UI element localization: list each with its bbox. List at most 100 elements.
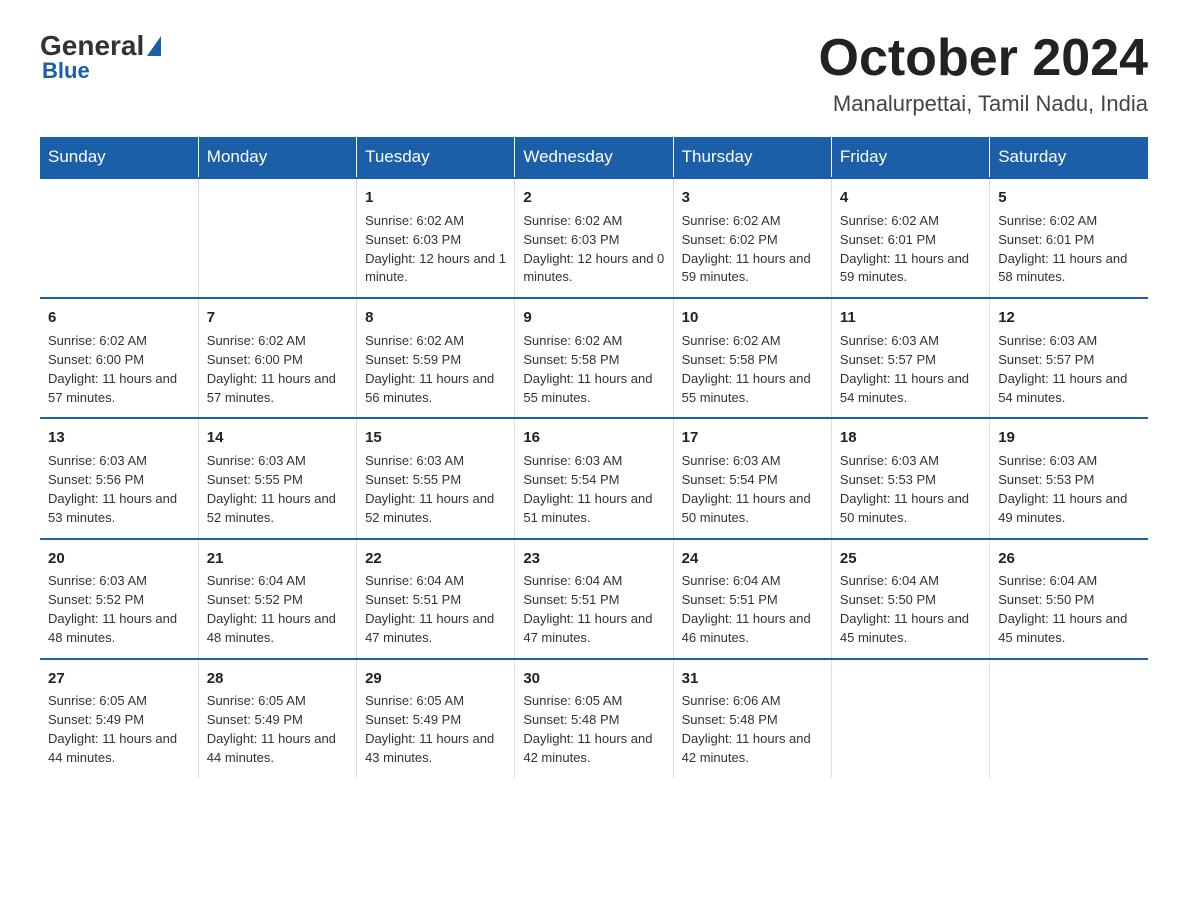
day-info: Sunrise: 6:05 AMSunset: 5:48 PMDaylight:… bbox=[523, 692, 664, 767]
calendar-week-row: 20Sunrise: 6:03 AMSunset: 5:52 PMDayligh… bbox=[40, 539, 1148, 659]
day-number: 30 bbox=[523, 668, 664, 690]
day-number: 27 bbox=[48, 668, 190, 690]
day-number: 2 bbox=[523, 187, 664, 209]
calendar-header-tuesday: Tuesday bbox=[357, 137, 515, 178]
calendar-cell: 11 Sunrise: 6:03 AMSunset: 5:57 PMDayligh… bbox=[831, 298, 989, 418]
calendar-cell: 4 Sunrise: 6:02 AMSunset: 6:01 PMDaylight… bbox=[831, 178, 989, 298]
title-area: October 2024 Manalurpettai, Tamil Nadu, … bbox=[819, 30, 1149, 117]
day-number: 6 bbox=[48, 307, 190, 329]
calendar-cell: 15Sunrise: 6:03 AMSunset: 5:55 PMDayligh… bbox=[357, 418, 515, 538]
day-number: 9 bbox=[523, 307, 664, 329]
calendar-cell: 6 Sunrise: 6:02 AMSunset: 6:00 PMDaylight… bbox=[40, 298, 198, 418]
day-info: Sunrise: 6:02 AMSunset: 5:58 PMDaylight:… bbox=[523, 332, 664, 407]
day-info: Sunrise: 6:04 AMSunset: 5:51 PMDaylight:… bbox=[523, 572, 664, 647]
calendar-cell: 5 Sunrise: 6:02 AMSunset: 6:01 PMDaylight… bbox=[990, 178, 1148, 298]
calendar-cell bbox=[831, 659, 989, 778]
calendar-cell: 22Sunrise: 6:04 AMSunset: 5:51 PMDayligh… bbox=[357, 539, 515, 659]
day-info: Sunrise: 6:04 AMSunset: 5:52 PMDaylight:… bbox=[207, 572, 348, 647]
day-info: Sunrise: 6:02 AMSunset: 6:03 PMDaylight:… bbox=[365, 212, 506, 287]
calendar-cell: 9 Sunrise: 6:02 AMSunset: 5:58 PMDaylight… bbox=[515, 298, 673, 418]
day-info: Sunrise: 6:02 AMSunset: 6:02 PMDaylight:… bbox=[682, 212, 823, 287]
day-number: 28 bbox=[207, 668, 348, 690]
day-info: Sunrise: 6:03 AMSunset: 5:56 PMDaylight:… bbox=[48, 452, 190, 527]
day-number: 5 bbox=[998, 187, 1140, 209]
location-title: Manalurpettai, Tamil Nadu, India bbox=[819, 91, 1149, 117]
day-number: 19 bbox=[998, 427, 1140, 449]
logo-triangle-icon bbox=[147, 36, 161, 56]
calendar-cell: 16Sunrise: 6:03 AMSunset: 5:54 PMDayligh… bbox=[515, 418, 673, 538]
day-number: 14 bbox=[207, 427, 348, 449]
day-number: 11 bbox=[840, 307, 981, 329]
calendar-cell bbox=[990, 659, 1148, 778]
day-info: Sunrise: 6:02 AMSunset: 6:03 PMDaylight:… bbox=[523, 212, 664, 287]
calendar-header-sunday: Sunday bbox=[40, 137, 198, 178]
day-number: 23 bbox=[523, 548, 664, 570]
day-number: 13 bbox=[48, 427, 190, 449]
day-info: Sunrise: 6:03 AMSunset: 5:52 PMDaylight:… bbox=[48, 572, 190, 647]
calendar-week-row: 6 Sunrise: 6:02 AMSunset: 6:00 PMDaylight… bbox=[40, 298, 1148, 418]
day-info: Sunrise: 6:03 AMSunset: 5:54 PMDaylight:… bbox=[682, 452, 823, 527]
day-number: 17 bbox=[682, 427, 823, 449]
calendar-cell: 14Sunrise: 6:03 AMSunset: 5:55 PMDayligh… bbox=[198, 418, 356, 538]
day-info: Sunrise: 6:04 AMSunset: 5:50 PMDaylight:… bbox=[998, 572, 1140, 647]
calendar-cell: 31Sunrise: 6:06 AMSunset: 5:48 PMDayligh… bbox=[673, 659, 831, 778]
calendar-cell: 27Sunrise: 6:05 AMSunset: 5:49 PMDayligh… bbox=[40, 659, 198, 778]
day-info: Sunrise: 6:02 AMSunset: 6:00 PMDaylight:… bbox=[48, 332, 190, 407]
day-info: Sunrise: 6:06 AMSunset: 5:48 PMDaylight:… bbox=[682, 692, 823, 767]
day-number: 22 bbox=[365, 548, 506, 570]
day-number: 20 bbox=[48, 548, 190, 570]
day-info: Sunrise: 6:03 AMSunset: 5:53 PMDaylight:… bbox=[840, 452, 981, 527]
day-info: Sunrise: 6:05 AMSunset: 5:49 PMDaylight:… bbox=[365, 692, 506, 767]
day-number: 10 bbox=[682, 307, 823, 329]
calendar-cell: 10Sunrise: 6:02 AMSunset: 5:58 PMDayligh… bbox=[673, 298, 831, 418]
calendar-cell: 8 Sunrise: 6:02 AMSunset: 5:59 PMDaylight… bbox=[357, 298, 515, 418]
day-number: 3 bbox=[682, 187, 823, 209]
calendar-header-saturday: Saturday bbox=[990, 137, 1148, 178]
day-number: 31 bbox=[682, 668, 823, 690]
day-info: Sunrise: 6:02 AMSunset: 6:00 PMDaylight:… bbox=[207, 332, 348, 407]
calendar-cell: 23Sunrise: 6:04 AMSunset: 5:51 PMDayligh… bbox=[515, 539, 673, 659]
day-number: 29 bbox=[365, 668, 506, 690]
day-info: Sunrise: 6:05 AMSunset: 5:49 PMDaylight:… bbox=[207, 692, 348, 767]
day-info: Sunrise: 6:02 AMSunset: 6:01 PMDaylight:… bbox=[840, 212, 981, 287]
calendar-cell: 24Sunrise: 6:04 AMSunset: 5:51 PMDayligh… bbox=[673, 539, 831, 659]
day-info: Sunrise: 6:02 AMSunset: 5:59 PMDaylight:… bbox=[365, 332, 506, 407]
calendar-cell: 21Sunrise: 6:04 AMSunset: 5:52 PMDayligh… bbox=[198, 539, 356, 659]
logo: General Blue bbox=[40, 30, 163, 84]
calendar-cell: 12Sunrise: 6:03 AMSunset: 5:57 PMDayligh… bbox=[990, 298, 1148, 418]
calendar: SundayMondayTuesdayWednesdayThursdayFrid… bbox=[40, 137, 1148, 778]
logo-subtitle: Blue bbox=[42, 58, 90, 84]
day-info: Sunrise: 6:04 AMSunset: 5:50 PMDaylight:… bbox=[840, 572, 981, 647]
calendar-header-wednesday: Wednesday bbox=[515, 137, 673, 178]
calendar-week-row: 27Sunrise: 6:05 AMSunset: 5:49 PMDayligh… bbox=[40, 659, 1148, 778]
month-title: October 2024 bbox=[819, 30, 1149, 87]
day-number: 8 bbox=[365, 307, 506, 329]
day-info: Sunrise: 6:04 AMSunset: 5:51 PMDaylight:… bbox=[682, 572, 823, 647]
calendar-cell: 28Sunrise: 6:05 AMSunset: 5:49 PMDayligh… bbox=[198, 659, 356, 778]
day-info: Sunrise: 6:03 AMSunset: 5:54 PMDaylight:… bbox=[523, 452, 664, 527]
day-number: 1 bbox=[365, 187, 506, 209]
calendar-cell: 1 Sunrise: 6:02 AMSunset: 6:03 PMDaylight… bbox=[357, 178, 515, 298]
day-number: 4 bbox=[840, 187, 981, 209]
calendar-header-row: SundayMondayTuesdayWednesdayThursdayFrid… bbox=[40, 137, 1148, 178]
calendar-cell: 19 Sunrise: 6:03 AMSunset: 5:53 PMDayligh… bbox=[990, 418, 1148, 538]
day-number: 24 bbox=[682, 548, 823, 570]
day-number: 26 bbox=[998, 548, 1140, 570]
calendar-cell: 13 Sunrise: 6:03 AMSunset: 5:56 PMDayligh… bbox=[40, 418, 198, 538]
calendar-cell bbox=[198, 178, 356, 298]
calendar-cell bbox=[40, 178, 198, 298]
day-info: Sunrise: 6:03 AMSunset: 5:57 PMDaylight:… bbox=[840, 332, 981, 407]
day-info: Sunrise: 6:03 AMSunset: 5:53 PMDaylight:… bbox=[998, 452, 1140, 527]
calendar-cell: 26Sunrise: 6:04 AMSunset: 5:50 PMDayligh… bbox=[990, 539, 1148, 659]
day-info: Sunrise: 6:05 AMSunset: 5:49 PMDaylight:… bbox=[48, 692, 190, 767]
day-info: Sunrise: 6:02 AMSunset: 6:01 PMDaylight:… bbox=[998, 212, 1140, 287]
day-number: 21 bbox=[207, 548, 348, 570]
calendar-cell: 18Sunrise: 6:03 AMSunset: 5:53 PMDayligh… bbox=[831, 418, 989, 538]
calendar-week-row: 13 Sunrise: 6:03 AMSunset: 5:56 PMDayligh… bbox=[40, 418, 1148, 538]
day-number: 7 bbox=[207, 307, 348, 329]
calendar-header-friday: Friday bbox=[831, 137, 989, 178]
day-number: 12 bbox=[998, 307, 1140, 329]
calendar-cell: 2 Sunrise: 6:02 AMSunset: 6:03 PMDaylight… bbox=[515, 178, 673, 298]
day-info: Sunrise: 6:04 AMSunset: 5:51 PMDaylight:… bbox=[365, 572, 506, 647]
calendar-cell: 7 Sunrise: 6:02 AMSunset: 6:00 PMDaylight… bbox=[198, 298, 356, 418]
